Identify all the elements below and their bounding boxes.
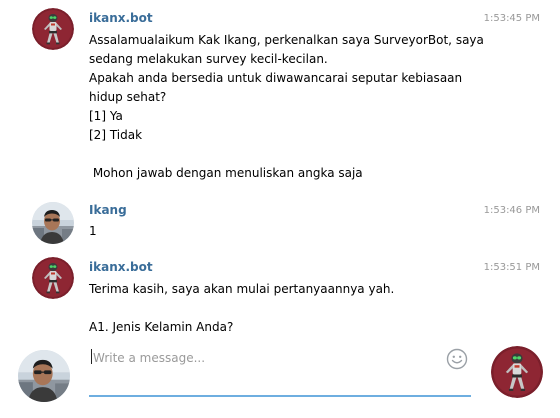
input-underline — [89, 395, 471, 397]
message-text-line: Mohon jawab dengan menuliskan angka saja — [89, 166, 363, 180]
message-text-line: sedang melakukan survey kecil-kecilan. — [89, 52, 328, 66]
message-bot-question: ikanx.bot 1:53:51 PM Terima kasih, saya … — [0, 255, 560, 340]
user-photo-avatar[interactable] — [32, 202, 74, 244]
message-text-line: A1. Jenis Kelamin Anda? — [89, 320, 234, 334]
message-text-line: [2] Tidak — [89, 128, 143, 142]
message-timestamp: 1:53:51 PM — [483, 262, 540, 273]
robot-avatar-icon[interactable] — [32, 8, 74, 50]
message-text-line: [1] Ya — [89, 109, 123, 123]
message-bot-intro: ikanx.bot 1:53:45 PM Assalamualaikum Kak… — [0, 0, 560, 200]
text-cursor — [91, 349, 92, 364]
my-avatar[interactable] — [18, 350, 70, 402]
message-input[interactable] — [89, 345, 469, 371]
sender-name[interactable]: ikanx.bot — [89, 260, 153, 274]
message-text-line: 1 — [89, 224, 97, 238]
message-timestamp: 1:53:45 PM — [483, 13, 540, 24]
message-text-line: hidup sehat? — [89, 90, 167, 104]
message-user-reply: Ikang 1:53:46 PM 1 — [0, 200, 560, 255]
message-text-line: Terima kasih, saya akan mulai pertanyaan… — [89, 282, 395, 296]
sender-name[interactable]: Ikang — [89, 203, 127, 217]
message-timestamp: 1:53:46 PM — [483, 205, 540, 216]
message-text-line: Apakah anda bersedia untuk diwawancarai … — [89, 71, 463, 85]
robot-avatar-icon[interactable] — [32, 257, 74, 299]
peer-avatar-robot-icon[interactable] — [491, 346, 543, 398]
sender-name[interactable]: ikanx.bot — [89, 11, 153, 25]
message-text-line: Assalamualaikum Kak Ikang, perkenalkan s… — [89, 33, 484, 47]
smiley-icon[interactable] — [446, 348, 468, 370]
